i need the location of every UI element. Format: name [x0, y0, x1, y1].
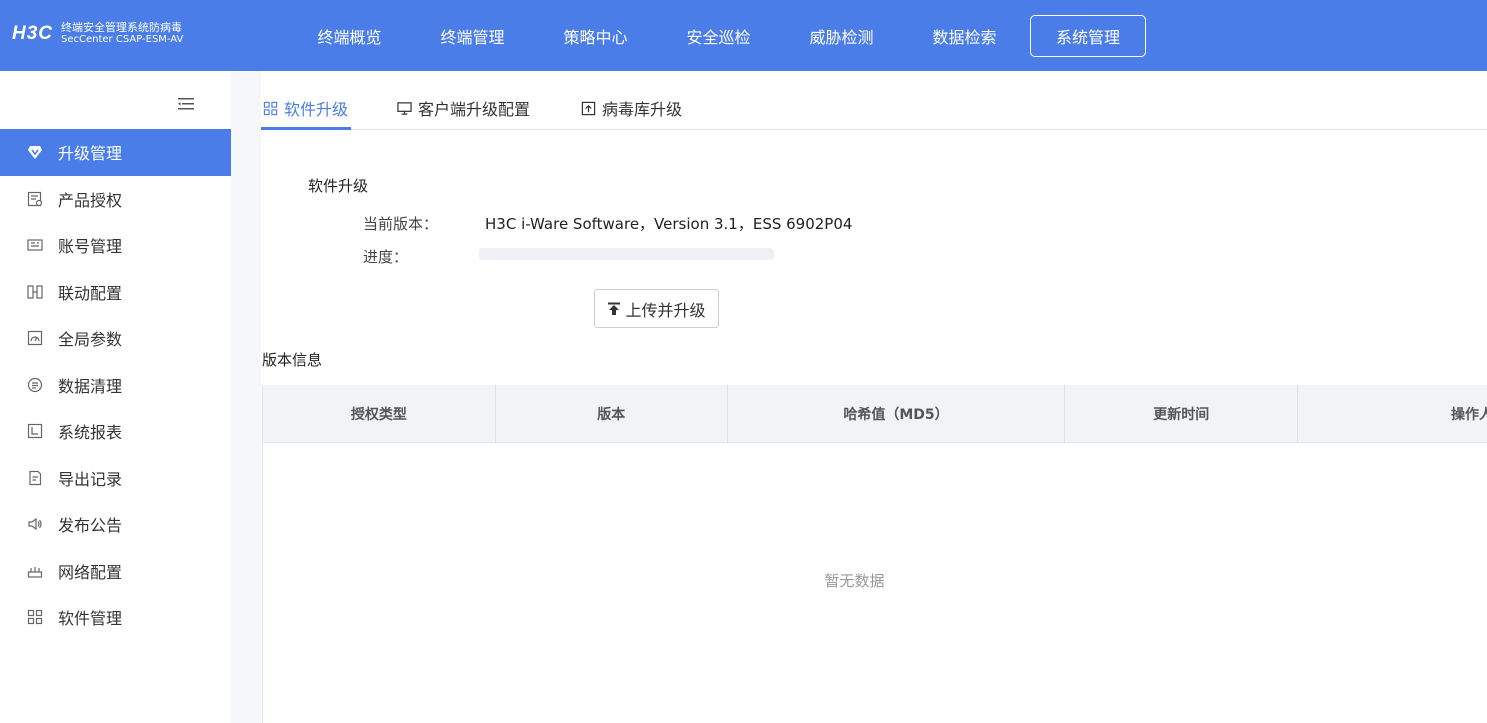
sidebar-item-data-cleanup[interactable]: 数据清理 [0, 362, 231, 409]
tab-virus-db-upgrade[interactable]: 病毒库升级 [581, 95, 682, 121]
nav-endpoint-overview[interactable]: 终端概览 [288, 15, 411, 57]
product-subtitle: SecCenter CSAP-ESM-AV [61, 34, 184, 45]
version-info-title: 版本信息 [262, 351, 323, 369]
sidebar-item-global-parameters[interactable]: 全局参数 [0, 315, 231, 362]
sidebar-item-label: 软件管理 [58, 609, 123, 629]
sidebar-item-label: 联动配置 [58, 283, 123, 303]
table-header: 授权类型 版本 哈希值（MD5） 更新时间 操作人员 [263, 385, 1487, 443]
grid-icon [26, 608, 44, 626]
tab-label: 客户端升级配置 [418, 100, 531, 119]
sidebar-item-linkage-config[interactable]: 联动配置 [0, 269, 231, 316]
sidebar-item-label: 网络配置 [58, 562, 123, 582]
progress-label: 进度： [363, 248, 409, 266]
empty-state-text: 暂无数据 [824, 572, 885, 590]
speaker-icon [26, 515, 44, 533]
tab-software-upgrade[interactable]: 软件升级 [263, 95, 348, 121]
column-header-md5[interactable]: 哈希值（MD5） [728, 385, 1066, 443]
sidebar-item-label: 全局参数 [58, 330, 123, 350]
brand: H3C 终端安全管理系统防病毒 SecCenter CSAP-ESM-AV [12, 22, 183, 46]
export-icon [26, 469, 44, 487]
column-header-update-time[interactable]: 更新时间 [1065, 385, 1299, 443]
sidebar-item-label: 导出记录 [58, 469, 123, 489]
report-icon [26, 422, 44, 440]
tab-label: 软件升级 [284, 100, 349, 119]
link-icon [26, 283, 44, 301]
top-header: H3C 终端安全管理系统防病毒 SecCenter CSAP-ESM-AV 终端… [0, 0, 1487, 71]
top-nav: 终端概览 终端管理 策略中心 安全巡检 威胁检测 数据检索 系统管理 [288, 15, 1146, 57]
sidebar-item-label: 产品授权 [58, 190, 123, 210]
column-header-operator-label: 操作人员 [1451, 407, 1487, 423]
nav-policy-center[interactable]: 策略中心 [534, 15, 657, 57]
tab-bar: 软件升级 客户端升级配置 病毒库升级 [261, 71, 1487, 130]
clean-icon [26, 376, 44, 394]
active-tab-indicator [261, 127, 351, 130]
sidebar-item-label: 数据清理 [58, 376, 123, 396]
upload-icon [608, 302, 621, 315]
current-version-label: 当前版本： [363, 215, 439, 233]
router-icon [26, 562, 44, 580]
software-upgrade-title: 软件升级 [308, 177, 369, 195]
sidebar-item-account-management[interactable]: 账号管理 [0, 222, 231, 269]
diamond-icon [26, 143, 44, 161]
sidebar-item-upgrade-management[interactable]: 升级管理 [0, 129, 231, 176]
current-version-value: H3C i-Ware Software，Version 3.1，ESS 6902… [485, 215, 853, 233]
sidebar-item-label: 发布公告 [58, 516, 123, 536]
product-name: 终端安全管理系统防病毒 [61, 21, 183, 34]
brand-text: 终端安全管理系统防病毒 SecCenter CSAP-ESM-AV [61, 22, 183, 46]
sidebar-menu: 升级管理 产品授权 账号管理 联动配置 全局参数 数据清理 系统报表 导出记录 … [0, 129, 231, 641]
sidebar-item-software-management[interactable]: 软件管理 [0, 594, 231, 641]
nav-data-search[interactable]: 数据检索 [903, 15, 1026, 57]
main-content: 软件升级 客户端升级配置 病毒库升级 软件升级 当前版本： H3C i-Ware… [261, 71, 1487, 723]
tab-client-upgrade-config[interactable]: 客户端升级配置 [397, 95, 530, 121]
grid-icon [263, 101, 278, 115]
nav-system-management[interactable]: 系统管理 [1030, 15, 1146, 57]
sidebar-item-export-records[interactable]: 导出记录 [0, 455, 231, 502]
sidebar-item-label: 系统报表 [58, 423, 123, 443]
nav-endpoint-management[interactable]: 终端管理 [411, 15, 534, 57]
brand-logo: H3C [12, 23, 54, 44]
sidebar: 升级管理 产品授权 账号管理 联动配置 全局参数 数据清理 系统报表 导出记录 … [0, 71, 231, 723]
upload-and-upgrade-button[interactable]: 上传并升级 [594, 289, 719, 328]
id-card-icon [26, 236, 44, 254]
sidebar-item-publish-announcement[interactable]: 发布公告 [0, 501, 231, 548]
sidebar-item-label: 账号管理 [58, 237, 123, 257]
nav-security-inspection[interactable]: 安全巡检 [657, 15, 780, 57]
upload-box-icon [581, 101, 596, 115]
version-info-table: 授权类型 版本 哈希值（MD5） 更新时间 操作人员 暂无数据 [262, 385, 1487, 723]
column-header-version[interactable]: 版本 [496, 385, 728, 443]
nav-threat-detection[interactable]: 威胁检测 [780, 15, 903, 57]
upload-button-label: 上传并升级 [625, 300, 706, 320]
license-icon [26, 190, 44, 208]
menu-collapse-icon[interactable] [178, 98, 194, 110]
sidebar-divider [231, 71, 261, 723]
monitor-icon [397, 101, 412, 115]
upgrade-progress-bar [479, 248, 774, 260]
gauge-icon [26, 329, 44, 347]
tab-label: 病毒库升级 [602, 100, 683, 119]
sidebar-item-label: 升级管理 [58, 144, 123, 164]
sidebar-item-product-license[interactable]: 产品授权 [0, 176, 231, 223]
sidebar-item-system-report[interactable]: 系统报表 [0, 408, 231, 455]
column-header-license-type[interactable]: 授权类型 [263, 385, 496, 443]
column-header-operator[interactable]: 操作人员 [1298, 385, 1487, 443]
